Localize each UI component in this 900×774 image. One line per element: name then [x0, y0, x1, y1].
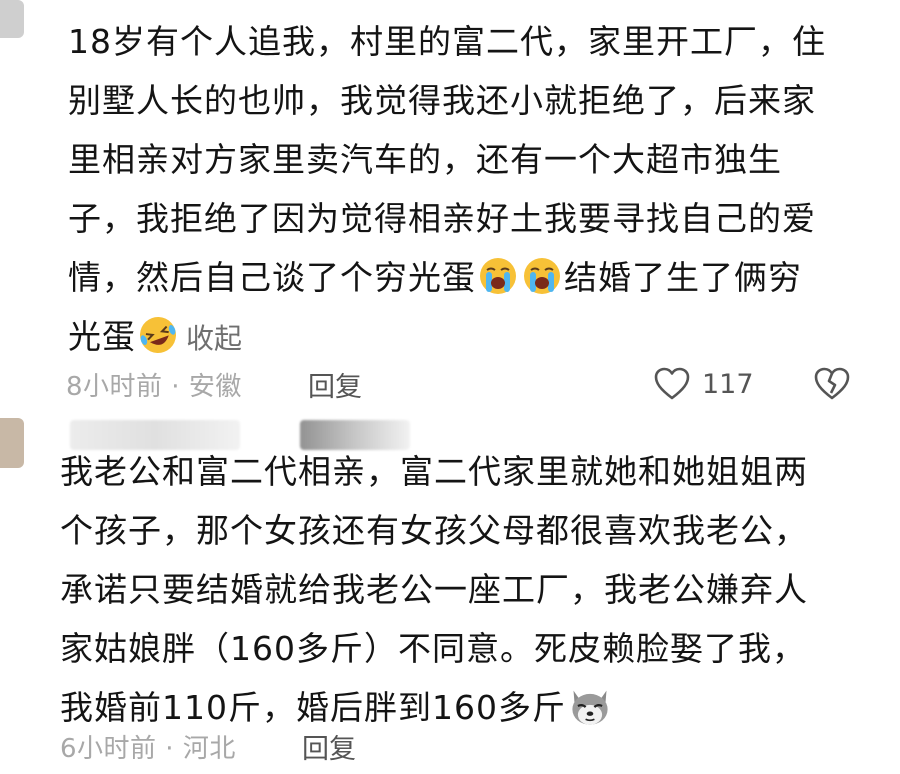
comment-meta: 8小时前 · 安徽: [66, 372, 242, 402]
comment-line: 光蛋 收起: [68, 307, 868, 366]
husky-dog-emoji: [572, 690, 608, 725]
comment-text: 光蛋: [68, 317, 136, 356]
crying-face-emoji: [480, 258, 516, 294]
heart-outline-icon: [654, 367, 690, 400]
comment-line: 子，我拒绝了因为觉得相亲好土我要寻找自己的爱: [68, 199, 816, 238]
comment-line: 别墅人长的也帅，我觉得我还小就拒绝了，后来家: [68, 81, 816, 120]
comment-line: 里相亲对方家里卖汽车的，还有一个大超市独生: [68, 140, 782, 179]
comment-text: 情，然后自己谈了个穷光蛋: [68, 258, 476, 297]
reply-button[interactable]: 回复: [308, 365, 362, 404]
crying-face-emoji: [524, 258, 560, 294]
comment-line: 情，然后自己谈了个穷光蛋 结婚了生了俩穷: [68, 248, 868, 307]
comment-meta: 6小时前 · 河北: [60, 734, 236, 764]
comment-body: 我老公和富二代相亲，富二代家里就她和她姐姐两 个孩子，那个女孩还有女孩父母都很喜…: [60, 442, 860, 737]
broken-heart-icon[interactable]: [812, 364, 852, 404]
laughing-tears-emoji: [140, 317, 176, 353]
like-button[interactable]: 117: [652, 364, 754, 404]
comment-line: 个孩子，那个女孩还有女孩父母都很喜欢我老公，: [60, 511, 808, 550]
comment-line: 家姑娘胖（160多斤）不同意。死皮赖脸娶了我，: [60, 629, 806, 668]
like-count: 117: [702, 368, 754, 400]
comment-body: 18岁有个人追我，村里的富二代，家里开工厂，住 别墅人长的也帅，我觉得我还小就拒…: [68, 12, 868, 366]
comment-text: 我婚前110斤，婚后胖到160多斤: [60, 688, 566, 727]
comment-2: 我老公和富二代相亲，富二代家里就她和她姐姐两 个孩子，那个女孩还有女孩父母都很喜…: [0, 410, 900, 774]
collapse-link[interactable]: 收起: [186, 322, 242, 355]
reply-button[interactable]: 回复: [302, 727, 356, 766]
comment-line: 我老公和富二代相亲，富二代家里就她和她姐姐两: [60, 452, 808, 491]
comment-line: 承诺只要结婚就给我老公一座工厂，我老公嫌弃人: [60, 570, 808, 609]
avatar[interactable]: [0, 0, 24, 38]
avatar[interactable]: [0, 418, 24, 468]
comment-text: 结婚了生了俩穷: [564, 258, 802, 297]
comment-1: 18岁有个人追我，村里的富二代，家里开工厂，住 别墅人长的也帅，我觉得我还小就拒…: [0, 0, 900, 410]
comment-line: 18岁有个人追我，村里的富二代，家里开工厂，住: [68, 22, 826, 61]
